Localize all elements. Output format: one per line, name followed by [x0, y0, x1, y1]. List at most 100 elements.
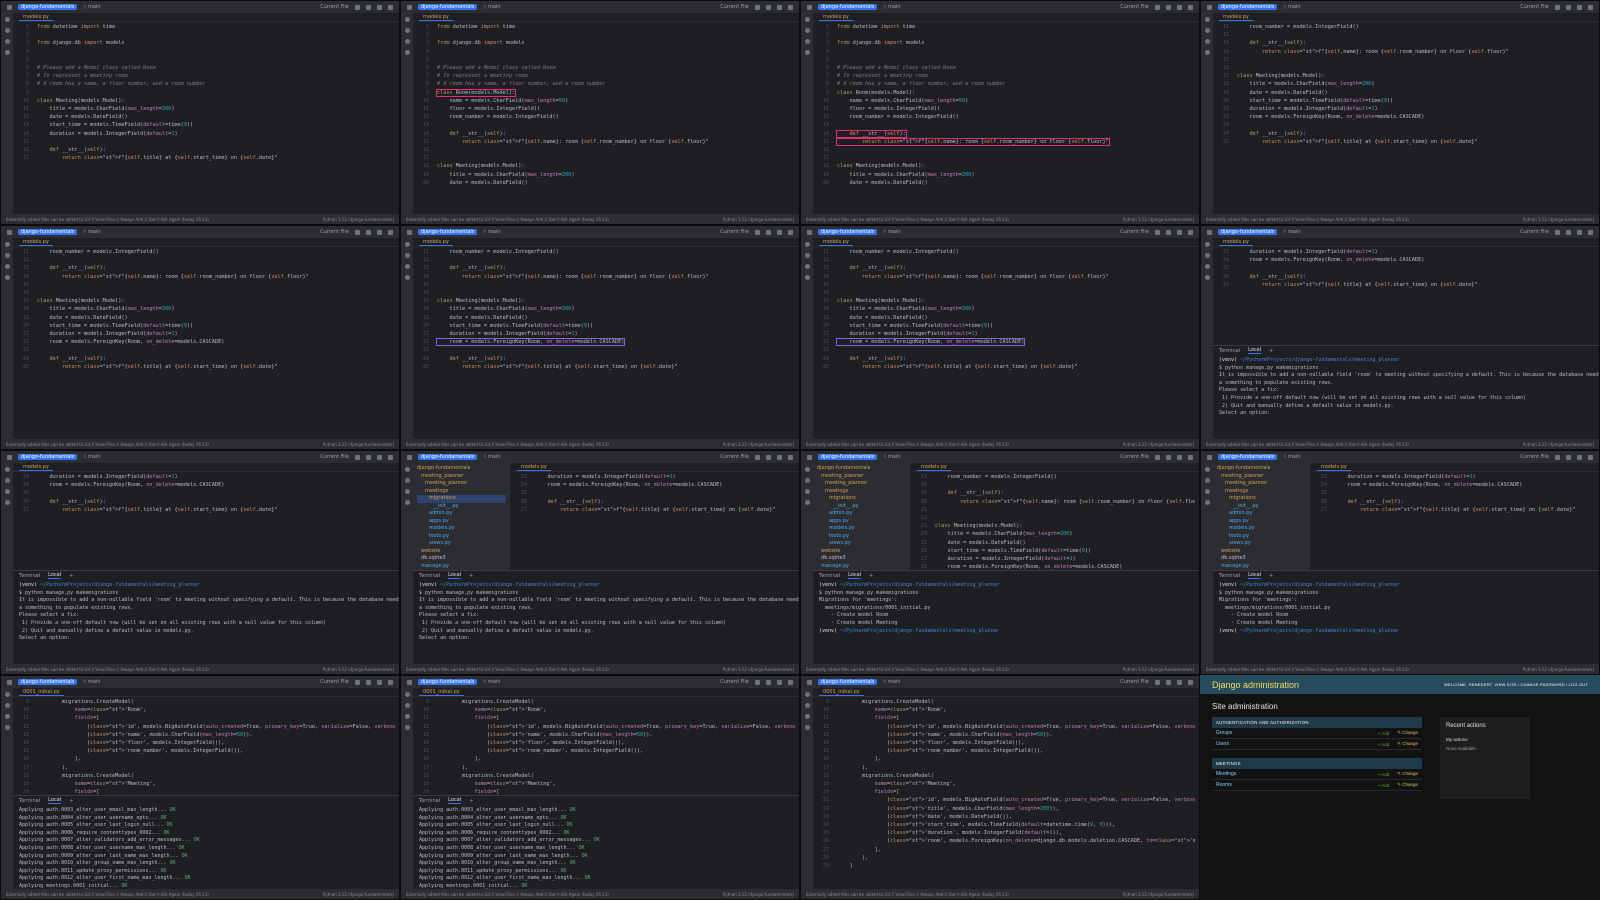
branch-name[interactable]: ᚼ main: [483, 454, 500, 460]
code-editor[interactable]: 1 from datetime import time 2 3 from djang…: [415, 23, 795, 212]
add-tab-icon[interactable]: +: [469, 573, 473, 579]
code-editor[interactable]: 23 duration = models.IntegerField(defaul…: [513, 473, 795, 570]
model-link[interactable]: Meetings: [1216, 771, 1378, 777]
status-message[interactable]: Externally added files can be added to G…: [806, 217, 1009, 222]
python-interpreter[interactable]: Python 3.12 (django-fundamentals): [1123, 217, 1194, 222]
terminal-panel[interactable]: Terminal Local + (venv) ~/PycharmProjects/d…: [1213, 570, 1599, 664]
terminal-tab-label[interactable]: Terminal: [419, 573, 440, 579]
python-interpreter[interactable]: Python 3.12 (django-fundamentals): [1123, 442, 1194, 447]
search-icon[interactable]: [377, 679, 382, 685]
project-icon[interactable]: [1204, 17, 1210, 22]
auth-caption[interactable]: Authentication and Authorization: [1212, 717, 1422, 728]
status-message[interactable]: Externally added files can be added to G…: [806, 442, 1009, 447]
editor-tab[interactable]: models.py: [19, 239, 53, 246]
debug-icon[interactable]: [766, 229, 771, 235]
search-icon[interactable]: [1177, 454, 1182, 460]
settings-icon[interactable]: [1188, 454, 1193, 460]
python-interpreter[interactable]: Python 3.12 (django-fundamentals): [723, 892, 794, 897]
terminal-tab-local[interactable]: Local: [448, 572, 462, 579]
code-editor[interactable]: 23 duration = models.IntegerField(defaul…: [1215, 248, 1595, 345]
branch-name[interactable]: ᚼ main: [83, 454, 100, 460]
admin-brand[interactable]: Django administration: [1212, 680, 1299, 690]
project-name[interactable]: django-fundamentals: [818, 454, 878, 460]
structure-icon[interactable]: [4, 39, 10, 44]
terminal-tab-local[interactable]: Local: [48, 797, 62, 804]
settings-icon[interactable]: [388, 454, 393, 460]
code-editor[interactable]: 9 migrations.CreateModel( 10 name=class=…: [15, 698, 395, 795]
terminal-tab-label[interactable]: Terminal: [1219, 348, 1240, 354]
project-tree-item[interactable]: admin.py: [417, 510, 506, 518]
structure-icon[interactable]: [804, 264, 810, 269]
status-message[interactable]: Externally added files can be added to G…: [1206, 442, 1409, 447]
commit-icon[interactable]: [1204, 28, 1210, 33]
more-icon[interactable]: [1204, 50, 1210, 55]
search-icon[interactable]: [777, 454, 782, 460]
menu-icon[interactable]: [1207, 229, 1212, 235]
run-icon[interactable]: [1555, 4, 1560, 10]
change-link[interactable]: ✎ Change: [1397, 771, 1418, 777]
run-icon[interactable]: [1555, 454, 1560, 460]
project-tree-item[interactable]: meeting_planner: [1217, 473, 1306, 481]
editor-tab[interactable]: models.py: [917, 464, 951, 471]
debug-icon[interactable]: [1166, 4, 1171, 10]
add-link[interactable]: + Add: [1378, 742, 1390, 747]
debug-icon[interactable]: [1566, 454, 1571, 460]
settings-icon[interactable]: [788, 229, 793, 235]
menu-icon[interactable]: [407, 679, 412, 685]
debug-icon[interactable]: [766, 4, 771, 10]
branch-name[interactable]: ᚼ main: [83, 4, 100, 10]
debug-icon[interactable]: [1566, 229, 1571, 235]
project-icon[interactable]: [1204, 242, 1210, 247]
python-interpreter[interactable]: Python 3.12 (django-fundamentals): [1523, 667, 1594, 672]
more-icon[interactable]: [1204, 275, 1210, 280]
settings-icon[interactable]: [1188, 229, 1193, 235]
more-icon[interactable]: [4, 50, 10, 55]
project-icon[interactable]: [404, 692, 410, 697]
run-config[interactable]: Current File: [1520, 4, 1549, 10]
structure-icon[interactable]: [1204, 489, 1210, 494]
run-config[interactable]: Current File: [720, 4, 749, 10]
code-editor[interactable]: 1 from datetime import time 2 3 from djang…: [15, 23, 395, 212]
branch-name[interactable]: ᚼ main: [883, 454, 900, 460]
project-tree-item[interactable]: meeting_planner: [417, 473, 506, 481]
terminal-panel[interactable]: Terminal Local + (venv) ~/PycharmProjects/d…: [1213, 345, 1599, 439]
debug-icon[interactable]: [1166, 679, 1171, 685]
editor-tab[interactable]: models.py: [1219, 14, 1253, 21]
editor-tab[interactable]: models.py: [19, 14, 53, 21]
run-icon[interactable]: [755, 229, 760, 235]
project-tree-item[interactable]: models.py: [1217, 525, 1306, 533]
structure-icon[interactable]: [4, 714, 10, 719]
project-tree-item[interactable]: website: [1217, 548, 1306, 556]
commit-icon[interactable]: [804, 478, 810, 483]
menu-icon[interactable]: [7, 229, 12, 235]
search-icon[interactable]: [377, 454, 382, 460]
commit-icon[interactable]: [4, 703, 10, 708]
run-config[interactable]: Current File: [1520, 454, 1549, 460]
structure-icon[interactable]: [804, 39, 810, 44]
debug-icon[interactable]: [1566, 4, 1571, 10]
branch-name[interactable]: ᚼ main: [483, 679, 500, 685]
run-icon[interactable]: [755, 679, 760, 685]
menu-icon[interactable]: [807, 229, 812, 235]
project-tree-item[interactable]: views.py: [1217, 540, 1306, 548]
project-name[interactable]: django-fundamentals: [1218, 454, 1278, 460]
status-message[interactable]: Externally added files can be added to G…: [806, 892, 1009, 897]
project-tree-item[interactable]: models.py: [817, 525, 906, 533]
python-interpreter[interactable]: Python 3.12 (django-fundamentals): [1123, 892, 1194, 897]
debug-icon[interactable]: [1166, 229, 1171, 235]
project-tree-item[interactable]: db.sqlite3: [417, 555, 506, 563]
run-config[interactable]: Current File: [320, 229, 349, 235]
terminal-tab-label[interactable]: Terminal: [419, 798, 440, 804]
status-message[interactable]: Externally added files can be added to G…: [806, 667, 1009, 672]
code-editor[interactable]: 9 migrations.CreateModel( 10 name=class=…: [815, 698, 1195, 887]
search-icon[interactable]: [1577, 454, 1582, 460]
commit-icon[interactable]: [404, 703, 410, 708]
branch-name[interactable]: ᚼ main: [483, 4, 500, 10]
settings-icon[interactable]: [1188, 4, 1193, 10]
change-link[interactable]: ✎ Change: [1397, 741, 1418, 747]
code-editor[interactable]: 9 migrations.CreateModel( 10 name=class=…: [415, 698, 795, 795]
project-tree-item[interactable]: db.sqlite3: [1217, 555, 1306, 563]
project-name[interactable]: django-fundamentals: [418, 454, 478, 460]
search-icon[interactable]: [1577, 4, 1582, 10]
structure-icon[interactable]: [804, 714, 810, 719]
